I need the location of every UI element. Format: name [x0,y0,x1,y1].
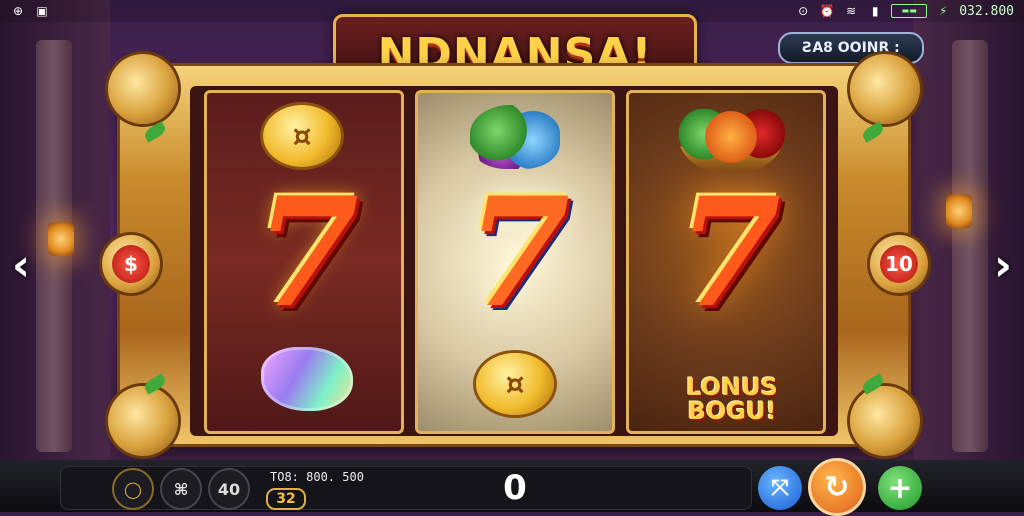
image-icon: ▣ [36,4,48,18]
bet-value-badge: 32 [266,488,306,510]
frame-corner-ornament [850,386,920,456]
frame-corner-ornament [108,386,178,456]
menu-button[interactable]: ◯ [112,468,154,510]
bet-level-button[interactable]: 40 [208,468,250,510]
spin-button[interactable]: ↻ [808,458,866,516]
spin-icon: ↻ [824,469,850,505]
charging-icon: ⚡ [938,4,948,18]
gold-coin-symbol: ¤ [476,353,554,415]
coin-value-button[interactable]: $ [102,235,160,293]
leaf-decoration [860,121,886,143]
alarm-icon: ⏰ [819,4,835,18]
bonus-symbol: LONUS BOGU! [686,373,778,425]
lantern-right [946,194,972,228]
dollar-icon: $ [112,245,150,283]
pillar-right [952,40,988,452]
record-icon: ⊙ [798,4,809,18]
fruit-basket-symbol [677,109,785,171]
seven-symbol: 7 [254,165,360,341]
increase-bet-button[interactable]: + [878,466,922,510]
reel-frame: ¤ 7 7 ¤ 7 LONUS BOGU! [108,54,920,456]
reel-2: 7 ¤ [415,90,615,434]
battery-icon: ▬▬ [891,4,928,18]
lines-button[interactable]: 10 [870,235,928,293]
bottom-control-bar: ◯ ⌘ 40 TO8: 800. 500 32 0 ⤧ ↻ + [0,458,1024,516]
leaf-decoration [142,121,168,143]
next-arrow-button[interactable]: › [988,240,1018,291]
total-bet-label: TO8: 800. 500 [270,470,364,484]
win-amount: 0 [503,468,527,508]
reel-3: 7 LONUS BOGU! [626,90,826,434]
frame-corner-ornament [850,54,920,124]
status-clock: 032.800 [959,3,1014,19]
reel-1: ¤ 7 [204,90,404,434]
settings-button[interactable]: ⌘ [160,468,202,510]
network-icon: ⊕ [12,4,24,18]
prev-arrow-button[interactable]: ‹ [6,240,36,291]
autoplay-button[interactable]: ⤧ [758,466,802,510]
fruit-cluster-symbol [470,105,560,169]
plus-icon: + [887,470,913,506]
candy-symbol [261,347,353,411]
shuffle-icon: ⤧ [771,475,789,501]
lantern-left [48,222,74,256]
frame-corner-ornament [108,54,178,124]
seven-symbol: 7 [676,165,782,341]
lines-count: 10 [880,245,918,283]
wifi-icon: ≋ [846,4,857,18]
signal-icon: ▮ [871,4,879,18]
seven-symbol: 7 [465,165,571,341]
gold-coin-symbol: ¤ [263,105,341,167]
